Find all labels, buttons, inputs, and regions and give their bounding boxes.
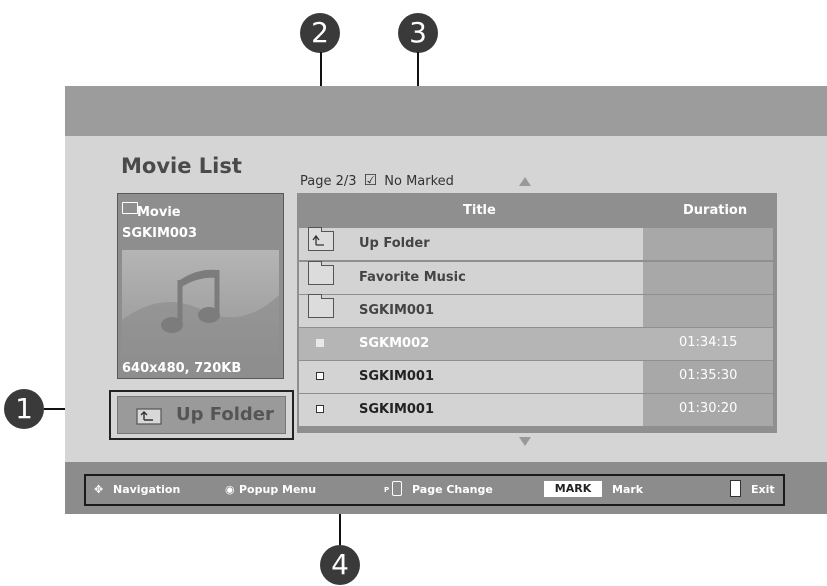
item-duration: 01:35:30 xyxy=(679,368,738,383)
item-title: SGKIM001 xyxy=(359,303,435,318)
duration-cell xyxy=(643,228,773,260)
preview-info: 640x480, 720KB xyxy=(122,361,242,376)
page-key-icon xyxy=(392,481,402,496)
music-note-icon xyxy=(122,269,279,358)
item-title: Favorite Music xyxy=(359,270,466,285)
list-item[interactable]: Favorite Music xyxy=(299,261,773,294)
callout-2: 2 xyxy=(300,13,340,53)
list-item[interactable]: SGKM002 01:34:15 xyxy=(299,328,773,360)
mark-checkbox[interactable] xyxy=(316,405,324,413)
list-item[interactable]: SGKIM001 01:30:20 xyxy=(299,394,773,426)
list-item[interactable]: SGKIM001 xyxy=(299,294,773,327)
scroll-down-icon[interactable] xyxy=(519,437,531,446)
item-title: SGKIM001 xyxy=(359,369,435,384)
footer-popup-menu: Popup Menu xyxy=(239,483,317,496)
page-info: Page 2/3 ☑ No Marked xyxy=(300,171,454,189)
callout-4: 4 xyxy=(320,545,360,585)
up-folder-icon xyxy=(308,227,334,251)
item-duration: 01:30:20 xyxy=(679,401,738,416)
list-item[interactable]: Up Folder xyxy=(299,227,773,260)
preview-filename: SGKIM003 xyxy=(122,226,198,241)
up-folder-icon xyxy=(136,408,162,425)
folder-icon xyxy=(122,202,138,214)
footer-mark: Mark xyxy=(612,483,644,496)
checkbox-icon: ☑ xyxy=(363,171,378,189)
duration-cell xyxy=(643,295,773,327)
mark-key-badge: MARK xyxy=(544,481,602,497)
exit-icon xyxy=(730,480,741,497)
footer-navigation: Navigation xyxy=(113,483,181,496)
scroll-up-icon[interactable] xyxy=(519,177,531,186)
item-duration: 01:34:15 xyxy=(679,335,738,350)
callout-1: 1 xyxy=(4,389,44,429)
item-title: SGKM002 xyxy=(359,336,430,351)
footer-page-change: Page Change xyxy=(412,483,493,496)
footer-exit: Exit xyxy=(751,483,775,496)
callout-3: 3 xyxy=(398,13,438,53)
popup-icon: ◉ xyxy=(225,483,235,496)
duration-cell xyxy=(643,262,773,294)
mark-checkbox[interactable] xyxy=(316,372,324,380)
page-title: Movie List xyxy=(121,154,242,178)
list-item[interactable]: SGKIM001 01:35:30 xyxy=(299,361,773,393)
page-indicator: Page 2/3 xyxy=(300,174,357,189)
mark-checkbox[interactable] xyxy=(316,339,324,347)
column-header-title: Title xyxy=(463,203,496,218)
preview-category: Movie xyxy=(137,205,181,220)
marked-status: No Marked xyxy=(384,174,454,189)
item-title: Up Folder xyxy=(359,236,430,251)
item-title: SGKIM001 xyxy=(359,402,435,417)
folder-icon xyxy=(308,294,334,318)
navigation-icon: ✥ xyxy=(94,483,104,496)
folder-icon xyxy=(308,261,334,285)
column-header-duration: Duration xyxy=(683,203,748,218)
top-bar xyxy=(65,86,827,136)
page-key-label: P xyxy=(384,486,390,494)
preview-image xyxy=(122,250,279,358)
up-folder-label: Up Folder xyxy=(176,404,274,425)
